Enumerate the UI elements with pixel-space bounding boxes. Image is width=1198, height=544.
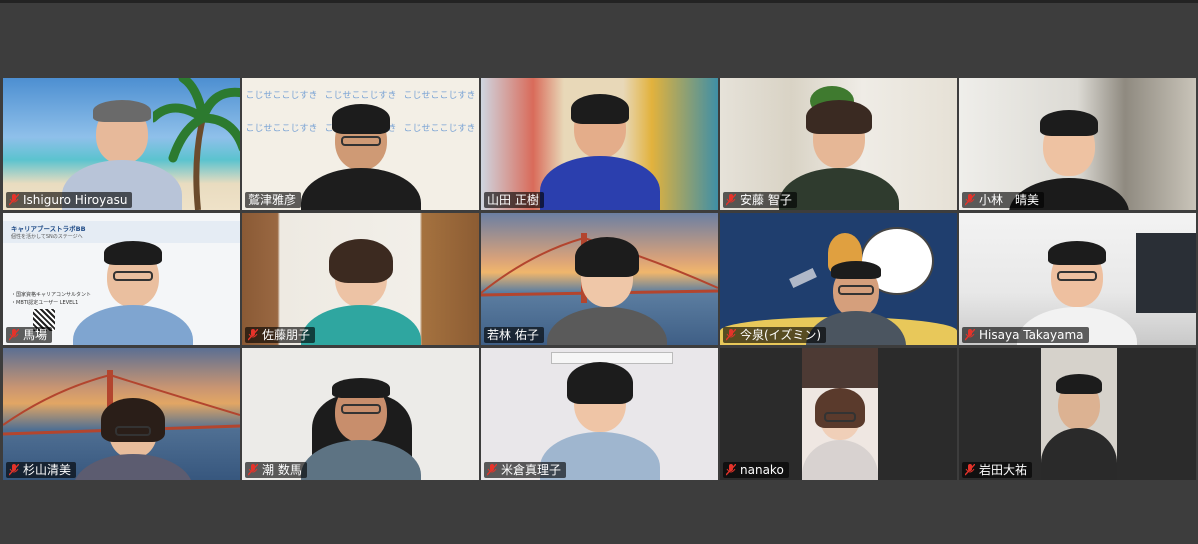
participant-name-label: Ishiguro Hiroyasu [6, 192, 133, 208]
participant-name: nanako [740, 463, 784, 477]
participant-video [1041, 370, 1117, 480]
muted-mic-icon [248, 329, 258, 341]
video-tile[interactable]: Hisaya Takayama [959, 213, 1196, 345]
participant-name: 杉山清美 [23, 463, 72, 477]
slide-title: キャリアブーストラボBB [11, 225, 86, 233]
muted-mic-icon [9, 194, 19, 206]
video-tile[interactable]: 若林 佑子 [481, 213, 718, 345]
video-tile[interactable]: 小林 晴美 [959, 78, 1196, 210]
participant-name-label: 今泉(イズミン) [723, 327, 827, 343]
participant-name: 若林 佑子 [487, 328, 539, 342]
video-tile[interactable]: Ishiguro Hiroyasu [3, 78, 240, 210]
video-tile[interactable]: 潮 数馬 [242, 348, 479, 480]
participant-video [281, 98, 441, 210]
muted-mic-icon [9, 464, 19, 476]
participant-name: Ishiguro Hiroyasu [23, 193, 128, 207]
video-tile[interactable]: 安藤 智子 [720, 78, 957, 210]
participant-name-label: 山田 正樹 [484, 192, 544, 208]
participant-name-label: 安藤 智子 [723, 192, 797, 208]
participant-name: 岩田大祐 [979, 463, 1028, 477]
window-top-bar [0, 0, 1198, 3]
muted-mic-icon [487, 464, 497, 476]
participant-video [63, 233, 203, 345]
muted-mic-icon [965, 464, 975, 476]
video-gallery: Ishiguro Hiroyasu こじせここじすき こじせここじすき こじせこ… [3, 78, 1196, 480]
participant-name-label: 小林 晴美 [962, 192, 1045, 208]
muted-mic-icon [248, 464, 258, 476]
participant-name-label: 馬場 [6, 327, 53, 343]
participant-name-label: 岩田大祐 [962, 462, 1033, 478]
room-top [802, 348, 878, 388]
participant-name: 馬場 [23, 328, 48, 342]
participant-video [527, 233, 687, 345]
muted-mic-icon [965, 329, 975, 341]
participant-name-label: 潮 数馬 [245, 462, 307, 478]
video-tile[interactable]: 山田 正樹 [481, 78, 718, 210]
muted-mic-icon [726, 464, 736, 476]
video-tile[interactable]: 米倉真理子 [481, 348, 718, 480]
participant-video [802, 388, 878, 480]
participant-name-label: 杉山清美 [6, 462, 77, 478]
video-tile[interactable]: 杉山清美 [3, 348, 240, 480]
participant-name: 今泉(イズミン) [740, 328, 822, 342]
video-tile[interactable]: キャリアブーストラボBB 個性を活かしてSNのステージへ ・国家資格キャリアコン… [3, 213, 240, 345]
muted-mic-icon [9, 329, 19, 341]
video-tile[interactable]: 佐藤朋子 [242, 213, 479, 345]
participant-video-frame [1041, 348, 1117, 480]
participant-name: 安藤 智子 [740, 193, 792, 207]
participant-name: Hisaya Takayama [979, 328, 1084, 342]
participant-name: 佐藤朋子 [262, 328, 311, 342]
video-tile[interactable]: 岩田大祐 [959, 348, 1196, 480]
video-tile-active-speaker[interactable]: こじせここじすき こじせここじすき こじせここじすき こじせここじすき こじせこ… [242, 78, 479, 210]
participant-name-label: nanako [723, 462, 789, 478]
participant-video [58, 398, 208, 480]
muted-mic-icon [726, 194, 736, 206]
participant-name: 鷲津雅彦 [248, 193, 297, 207]
participant-name: 潮 数馬 [262, 463, 302, 477]
participant-name: 山田 正樹 [487, 193, 539, 207]
participant-name: 小林 晴美 [979, 193, 1040, 207]
muted-mic-icon [726, 329, 736, 341]
video-tile[interactable]: nanako [720, 348, 957, 480]
video-tile[interactable]: 今泉(イズミン) [720, 213, 957, 345]
muted-mic-icon [965, 194, 975, 206]
participant-name-label: 米倉真理子 [484, 462, 567, 478]
participant-name: 米倉真理子 [501, 463, 562, 477]
participant-name-label: 鷲津雅彦 [245, 192, 302, 208]
participant-name-label: 若林 佑子 [484, 327, 544, 343]
participant-name-label: 佐藤朋子 [245, 327, 316, 343]
participant-video-frame [802, 348, 878, 480]
participant-name-label: Hisaya Takayama [962, 327, 1089, 343]
